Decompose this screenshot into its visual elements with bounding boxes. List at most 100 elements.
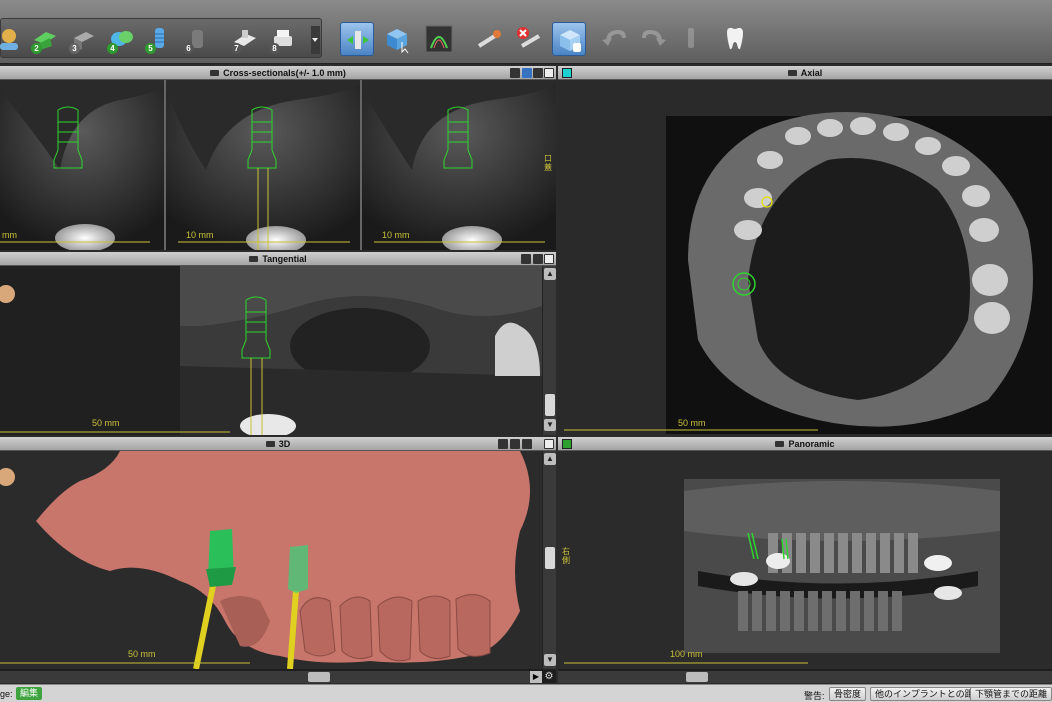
panoramic-panel: Panoramic 100 mm 右側: [558, 437, 1052, 683]
status-prefix: ge:: [0, 689, 13, 699]
status-bar: ge: 編集 警告: 骨密度 他のインプラントとの距離 下顎管までの距離: [0, 684, 1052, 702]
measure-tool-button[interactable]: [472, 22, 506, 56]
maximize-icon[interactable]: [544, 68, 554, 78]
tangential-image: [0, 266, 556, 435]
tangential-scrollbar[interactable]: ▲ ▼: [542, 266, 556, 435]
cross-sectional-views[interactable]: mm 10 mm 10 mm 口蓋: [0, 80, 556, 250]
step-3-button[interactable]: 3: [66, 22, 100, 56]
undo-icon: [602, 29, 626, 46]
axial-view[interactable]: 50 mm: [558, 80, 1052, 435]
camera-icon[interactable]: [265, 441, 275, 447]
tools-icon[interactable]: [521, 254, 531, 264]
edit-mode-badge[interactable]: 編集: [16, 687, 43, 700]
maximize-icon[interactable]: [544, 439, 554, 449]
bone-density-warning[interactable]: 骨密度: [829, 687, 867, 701]
redo-button[interactable]: [636, 22, 670, 56]
measure-icon: [477, 30, 501, 48]
step-number-badge: 7: [231, 43, 242, 54]
camera-icon[interactable]: [210, 70, 220, 76]
dropdown-icon[interactable]: [510, 439, 520, 449]
tools-icon[interactable]: [510, 68, 520, 78]
step-4-button[interactable]: 4: [104, 22, 138, 56]
3d-horizontal-scrollbar[interactable]: [0, 671, 542, 683]
3d-view[interactable]: 50 mm ▲ ▼: [0, 451, 556, 669]
delete-measure-button[interactable]: [512, 22, 546, 56]
3d-scrollbar[interactable]: ▲ ▼: [542, 451, 556, 669]
3d-render: [0, 451, 556, 669]
panoramic-image: [558, 451, 1052, 669]
arch-curve-icon: [425, 25, 453, 53]
panoramic-horizontal-scrollbar[interactable]: [558, 671, 1052, 683]
scale-label: 50 mm: [92, 418, 120, 428]
step-number-badge: 6: [183, 43, 194, 54]
scroll-up-button[interactable]: ▲: [544, 453, 556, 465]
step-number-badge: 3: [69, 43, 80, 54]
nerve-distance-warning[interactable]: 下顎管までの距離: [970, 687, 1052, 701]
chevron-down-icon: [312, 38, 318, 42]
cross-sectional-images: [0, 80, 556, 250]
undo-button[interactable]: [598, 22, 632, 56]
implant-gray-button[interactable]: [674, 22, 708, 56]
axial-panel: Axial 50 mm: [558, 66, 1052, 435]
cube-select-button[interactable]: [380, 22, 414, 56]
3d-title-bar: 3D: [0, 437, 556, 451]
camera-icon[interactable]: [787, 70, 797, 76]
maximize-icon[interactable]: [544, 254, 554, 264]
step-2-button[interactable]: 2: [28, 22, 62, 56]
scroll-down-button[interactable]: ▼: [544, 654, 556, 666]
scroll-down-button[interactable]: ▼: [544, 419, 556, 431]
palatal-side-label: 口蓋: [544, 154, 552, 172]
link-icon[interactable]: [522, 68, 532, 78]
step-5-button[interactable]: 5: [142, 22, 176, 56]
step-6-button[interactable]: 6: [180, 22, 214, 56]
cross-sectional-title: Cross-sectionals(+/- 1.0 mm): [223, 68, 346, 78]
horizontal-scroll-thumb[interactable]: [686, 672, 708, 682]
scale-label: mm: [2, 230, 17, 240]
tooth-icon: [727, 27, 743, 50]
arch-curve-button[interactable]: [422, 22, 456, 56]
step-8-button[interactable]: 8: [266, 22, 300, 56]
tangential-view[interactable]: 50 mm ▲ ▼: [0, 266, 556, 435]
axial-title: Axial: [800, 68, 823, 78]
cube-hand-icon: [560, 30, 581, 52]
delete-measure-icon: [517, 27, 541, 48]
step-1-button[interactable]: [0, 22, 26, 56]
implant-gray-icon: [688, 28, 694, 48]
scale-label: 10 mm: [186, 230, 214, 240]
patient-icon: [0, 29, 18, 50]
settings-gear-icon[interactable]: ⚙: [543, 671, 555, 683]
scroll-thumb[interactable]: [545, 547, 555, 569]
scale-label: 10 mm: [382, 230, 410, 240]
step-number-badge: 4: [107, 43, 118, 54]
3d-panel: 3D 50 mm ▲ ▼ ▶ ⚙: [0, 437, 556, 683]
panoramic-view[interactable]: 100 mm 右側: [558, 451, 1052, 669]
scroll-right-button[interactable]: ▶: [530, 671, 542, 683]
implant-arrows-icon: [347, 31, 369, 49]
dropdown-icon[interactable]: [533, 254, 543, 264]
eye-icon[interactable]: [498, 439, 508, 449]
camera-icon[interactable]: [775, 441, 785, 447]
3d-title: 3D: [278, 439, 291, 449]
view-color-indicator: [562, 439, 572, 449]
camera-icon[interactable]: [249, 256, 259, 262]
step-number-badge: 2: [31, 43, 42, 54]
horizontal-scroll-thumb[interactable]: [308, 672, 330, 682]
warning-label: 警告:: [804, 691, 825, 701]
toolbar-overflow-button[interactable]: [311, 26, 320, 54]
cross-sectional-title-bar: Cross-sectionals(+/- 1.0 mm): [0, 66, 556, 80]
redo-icon: [642, 29, 666, 46]
select-object-button[interactable]: [552, 22, 586, 56]
implant-tool-button[interactable]: [340, 22, 374, 56]
cross-sectional-panel: Cross-sectionals(+/- 1.0 mm) mm 10 mm 10…: [0, 66, 556, 250]
panoramic-title: Panoramic: [788, 439, 835, 449]
step-7-button[interactable]: 7: [228, 22, 262, 56]
scroll-up-button[interactable]: ▲: [544, 268, 556, 280]
scale-label: 100 mm: [670, 649, 703, 659]
scroll-thumb[interactable]: [545, 394, 555, 416]
step-number-badge: 5: [145, 43, 156, 54]
step-number-badge: 8: [269, 43, 280, 54]
dropdown-icon[interactable]: [533, 68, 543, 78]
implant-planning-app: 2 3 4 5 6 7 8 Cross-sectionals(+/- 1.0 m…: [0, 0, 1052, 702]
tooth-button[interactable]: [718, 22, 752, 56]
toggle-icon[interactable]: [522, 439, 532, 449]
